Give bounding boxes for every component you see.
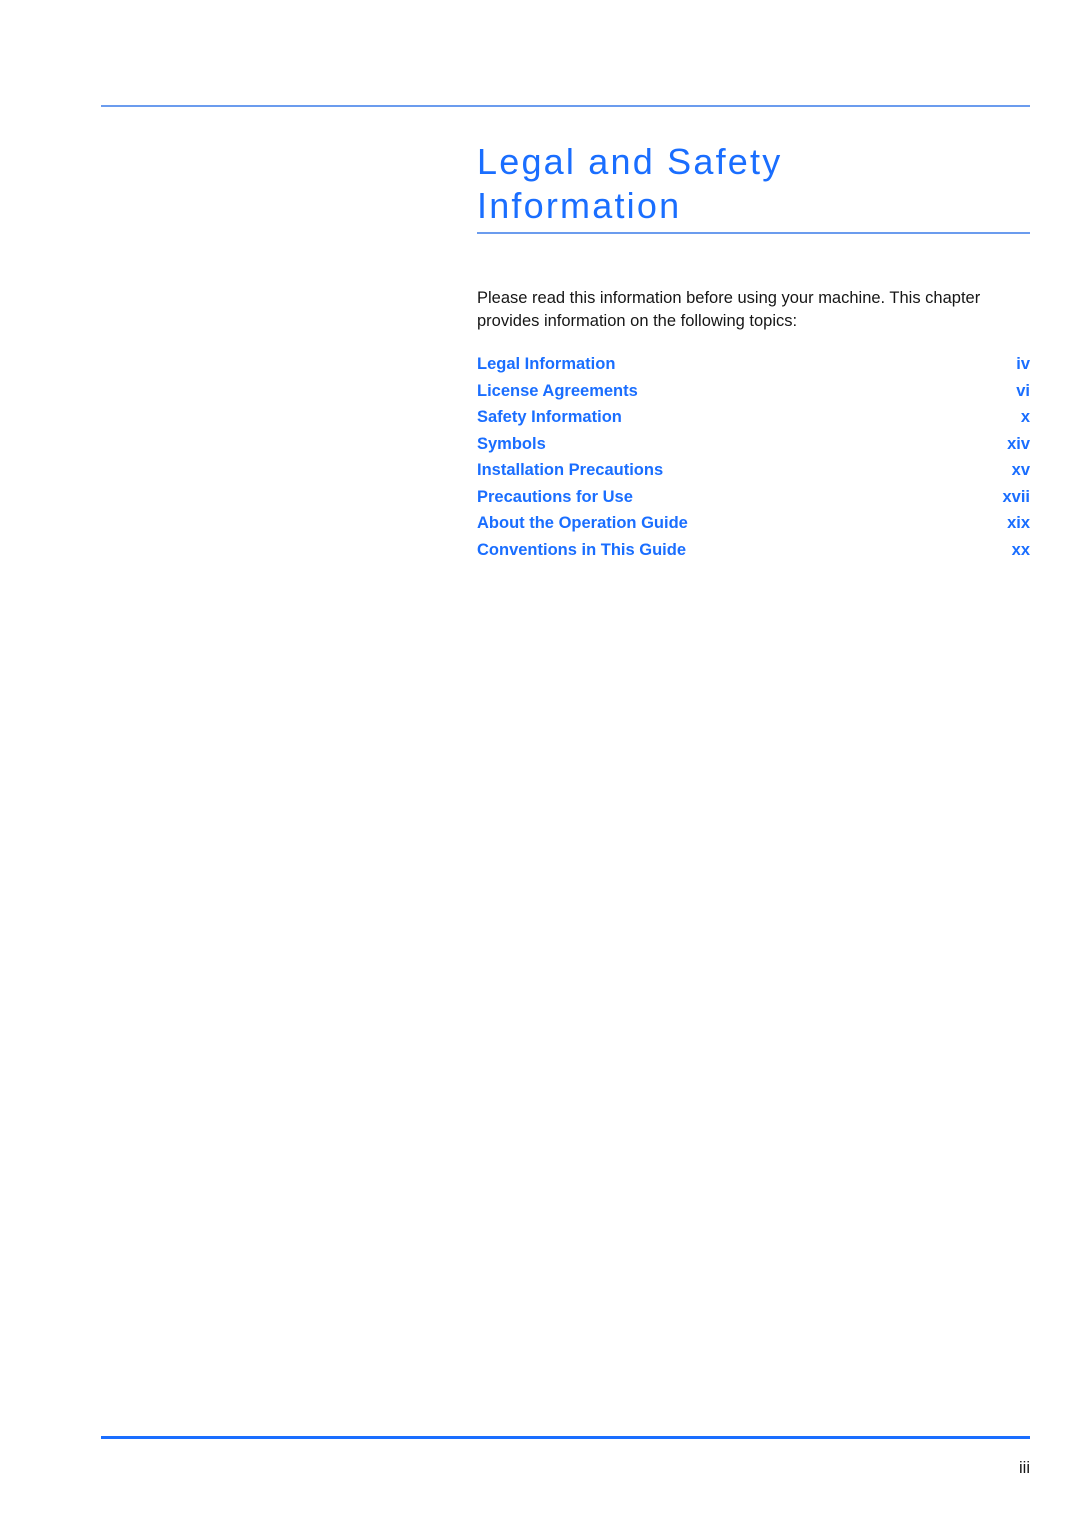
page-title: Legal and Safety Information <box>477 141 783 226</box>
topics-list: Legal Information iv License Agreements … <box>477 355 1030 567</box>
topic-label: Safety Information <box>477 408 622 426</box>
topic-page-number: vi <box>1016 381 1030 400</box>
topic-label: Conventions in This Guide <box>477 540 687 559</box>
topic-label: Symbols <box>477 434 546 453</box>
topic-entry[interactable]: License Agreements vi <box>477 382 1030 409</box>
topic-page-number: xvii <box>1002 487 1030 506</box>
topic-page-number: xx <box>1011 540 1030 559</box>
header-divider <box>101 105 1030 107</box>
topic-entry[interactable]: Precautions for Use xvii <box>477 488 1030 515</box>
topic-page-number: xv <box>1011 461 1030 479</box>
topic-entry[interactable]: About the Operation Guide xix <box>477 514 1030 541</box>
document-page: Legal and Safety Information Please read… <box>0 0 1080 1527</box>
topic-entry[interactable]: Installation Precautions xv <box>477 461 1030 488</box>
topic-entry[interactable]: Conventions in This Guide xx <box>477 541 1030 568</box>
topic-entry[interactable]: Legal Information iv <box>477 355 1030 382</box>
intro-paragraph: Please read this information before usin… <box>477 289 981 330</box>
title-block: Legal and Safety Information <box>477 140 1030 228</box>
topic-page-number: xix <box>1007 514 1030 532</box>
topic-label: Legal Information <box>477 355 616 373</box>
topic-label: License Agreements <box>477 381 638 400</box>
topic-page-number: xiv <box>1007 434 1030 453</box>
footer-page-number: iii <box>1019 1459 1030 1477</box>
topic-label: About the Operation Guide <box>477 514 688 532</box>
footer-divider <box>101 1436 1030 1439</box>
topic-label: Installation Precautions <box>477 461 664 479</box>
topic-entry[interactable]: Safety Information x <box>477 408 1030 435</box>
topic-label: Precautions for Use <box>477 487 633 506</box>
title-divider <box>477 232 1030 234</box>
topic-page-number: iv <box>1016 355 1030 373</box>
topic-entry[interactable]: Symbols xiv <box>477 435 1030 462</box>
topic-page-number: x <box>1020 408 1030 426</box>
